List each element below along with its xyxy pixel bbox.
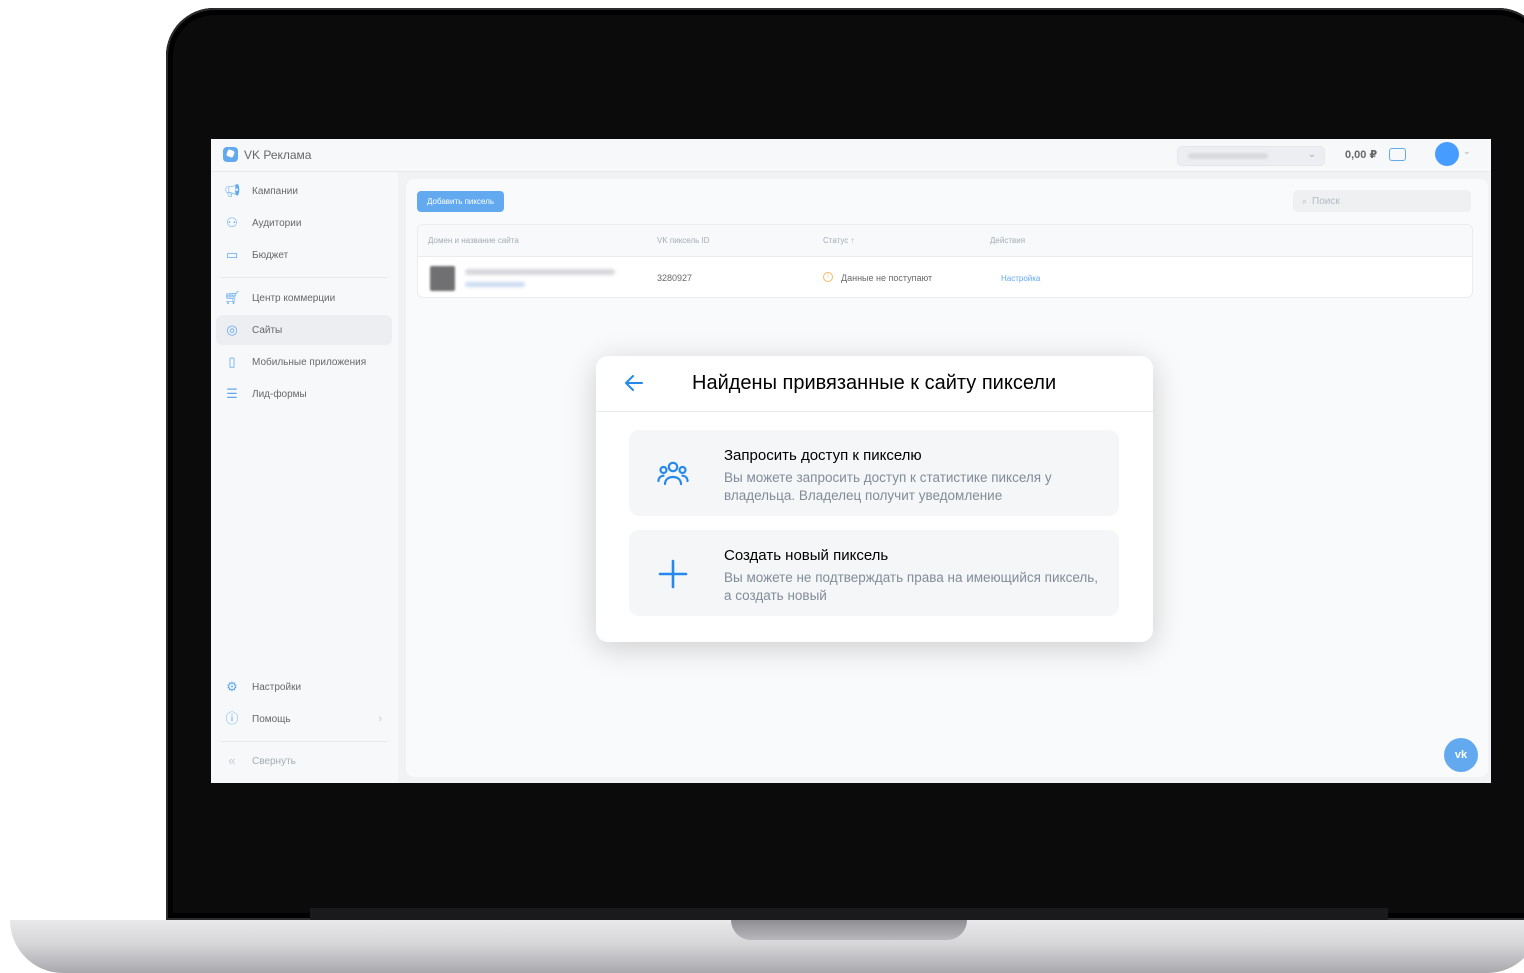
laptop-hinge — [310, 908, 1388, 920]
request-access-option[interactable]: Запросить доступ к пикселю Вы можете зап… — [629, 430, 1119, 516]
laptop-notch — [731, 920, 967, 940]
option-title: Создать новый пиксель — [724, 547, 889, 564]
option-title: Запросить доступ к пикселю — [724, 447, 922, 464]
option-description: Вы можете не подтверждать права на имеющ… — [724, 570, 1099, 603]
plus-icon — [658, 559, 688, 589]
create-new-pixel-option[interactable]: Создать новый пиксель Вы можете не подтв… — [629, 530, 1119, 616]
option-description: Вы можете запросить доступ к статистике … — [724, 470, 1052, 503]
modal-title: Найдены привязанные к сайту пиксели — [692, 372, 1057, 394]
modal-header: Найдены привязанные к сайту пиксели — [596, 356, 1153, 412]
users-icon — [657, 461, 689, 486]
back-arrow-icon[interactable] — [622, 371, 646, 395]
linked-pixels-modal: Найдены привязанные к сайту пиксели Запр… — [596, 356, 1153, 642]
